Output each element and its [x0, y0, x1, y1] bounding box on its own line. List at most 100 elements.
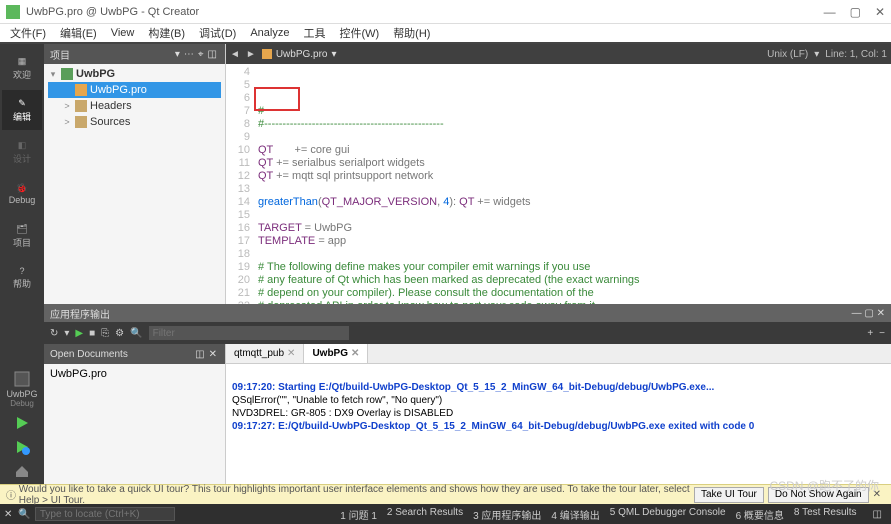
output-menu-icon[interactable]: — ▢ ✕ — [852, 308, 885, 319]
grid-icon: ▦ — [18, 56, 27, 67]
status-panel-item[interactable]: 3 应用程序输出 — [468, 507, 546, 522]
locator-icon: 🔍 — [18, 509, 30, 520]
pro-icon — [75, 84, 87, 96]
sync-icon[interactable]: ⌖ — [196, 49, 206, 60]
encoding-label[interactable]: Unix (LF) — [767, 49, 808, 60]
split-icon[interactable]: ◫ — [206, 49, 219, 60]
edit-icon: ✎ — [18, 98, 26, 109]
filter-input[interactable] — [149, 326, 349, 340]
status-bar: ✕ 🔍 1 问题 12 Search Results3 应用程序输出4 编译输出… — [0, 504, 891, 524]
menu-analyze[interactable]: Analyze — [244, 26, 295, 40]
titlebar: UwbPG.pro @ UwbPG - Qt Creator — ▢ ✕ — [0, 0, 891, 24]
status-panel-item[interactable]: 8 Test Results — [789, 507, 862, 522]
dismiss-tour-button[interactable]: Do Not Show Again — [768, 487, 869, 503]
locator-input[interactable] — [35, 507, 175, 521]
design-icon: ◧ — [18, 140, 27, 151]
line-gutter: 456789101112131415161718192021222324 — [226, 64, 254, 304]
debug-button[interactable] — [2, 435, 42, 459]
close-tab-icon[interactable]: ✕ — [351, 348, 359, 359]
zoom-out-icon[interactable]: − — [879, 328, 885, 339]
mode-设计[interactable]: ◧设计 — [2, 132, 42, 172]
menu-w[interactable]: 控件(W) — [333, 24, 385, 42]
kit-selector[interactable]: UwbPG Debug — [2, 366, 42, 411]
open-docs-list[interactable]: UwbPG.pro — [44, 364, 225, 384]
run-button[interactable] — [2, 411, 42, 435]
mode-编辑[interactable]: ✎编辑 — [2, 90, 42, 130]
code-editor[interactable]: 456789101112131415161718192021222324 ##-… — [226, 64, 891, 304]
close-button[interactable]: ✕ — [875, 5, 885, 19]
editor-toolbar: ◄ ► UwbPG.pro ▾ Unix (LF) ▾ Line: 1, Col… — [226, 44, 891, 64]
app-output-toolbar: ↻ ▾ ▶ ■ ⎘ ⚙ 🔍 + − — [44, 322, 891, 344]
bug-icon: 🐞 — [16, 183, 27, 194]
mode-帮助[interactable]: ?帮助 — [2, 258, 42, 298]
output-tabs: qtmqtt_pub ✕UwbPG ✕ — [226, 344, 891, 364]
tree-item[interactable]: UwbPG.pro — [48, 82, 221, 98]
menu-view[interactable]: View — [105, 26, 141, 40]
app-output-header: 应用程序输出 — ▢ ✕ — [44, 304, 891, 322]
info-icon: ⓘ — [6, 487, 19, 502]
output-pane: qtmqtt_pub ✕UwbPG ✕ 09:17:20: Starting E… — [226, 344, 891, 484]
status-panel-item[interactable]: 6 概要信息 — [731, 507, 789, 522]
mode-欢迎[interactable]: ▦欢迎 — [2, 48, 42, 88]
close-search-icon[interactable]: ✕ — [4, 509, 12, 520]
menu-h[interactable]: 帮助(H) — [387, 24, 436, 42]
progress-icon[interactable]: ◫ — [868, 509, 887, 520]
output-text[interactable]: 09:17:20: Starting E:/Qt/build-UwbPG-Des… — [226, 364, 891, 484]
take-tour-button[interactable]: Take UI Tour — [694, 487, 764, 503]
tree-settings-icon[interactable]: ⋯ — [182, 49, 196, 60]
editor-tab[interactable]: UwbPG.pro ▾ — [262, 49, 337, 60]
menu-b[interactable]: 构建(B) — [142, 24, 191, 42]
filter-tree-icon[interactable]: ▾ — [173, 49, 182, 60]
build-button[interactable] — [2, 459, 42, 483]
stop-all-icon[interactable]: ▾ — [64, 328, 69, 339]
project-icon — [61, 68, 73, 80]
run-icon[interactable]: ▶ — [75, 328, 83, 339]
encoding-dropdown-icon[interactable]: ▾ — [814, 49, 819, 60]
output-tab[interactable]: qtmqtt_pub ✕ — [226, 344, 304, 363]
maximize-button[interactable]: ▢ — [850, 5, 861, 19]
fld-icon — [75, 116, 87, 128]
menu-d[interactable]: 调试(D) — [193, 24, 242, 42]
projects-pane: 项目 ▾ ⋯ ⌖ ◫ ▾UwbPGUwbPG.pro>Headers>Sourc… — [44, 44, 226, 304]
tour-message: Would you like to take a quick UI tour? … — [19, 484, 690, 506]
nav-fwd-icon[interactable]: ► — [246, 49, 256, 60]
tree-item[interactable]: >Sources — [48, 114, 221, 130]
close-tab-icon[interactable]: ✕ — [287, 348, 295, 359]
open-docs-header: Open Documents ◫ ✕ — [44, 344, 225, 364]
mode-项目[interactable]: 🗂项目 — [2, 216, 42, 256]
cursor-position[interactable]: Line: 1, Col: 1 — [825, 49, 887, 60]
code-text[interactable]: ##--------------------------------------… — [254, 64, 891, 304]
search-icon: 🔍 — [130, 328, 142, 339]
dropdown-icon[interactable]: ▾ — [332, 49, 337, 60]
close-tour-icon[interactable]: ✕ — [869, 489, 885, 500]
zoom-in-icon[interactable]: + — [867, 328, 873, 339]
open-doc-item[interactable]: UwbPG.pro — [50, 366, 219, 382]
help-icon: ? — [19, 266, 24, 276]
tree-item[interactable]: >Headers — [48, 98, 221, 114]
stop-icon[interactable]: ■ — [89, 328, 95, 339]
minimize-button[interactable]: — — [824, 5, 836, 19]
output-tab[interactable]: UwbPG ✕ — [304, 344, 368, 363]
menu-[interactable]: 工具 — [297, 24, 331, 42]
status-panel-item[interactable]: 5 QML Debugger Console — [605, 507, 731, 522]
menu-e[interactable]: 编辑(E) — [54, 24, 103, 42]
run-config-bar: UwbPG Debug — [0, 364, 44, 464]
menu-f[interactable]: 文件(F) — [4, 24, 52, 42]
rerun-icon[interactable]: ↻ — [50, 328, 58, 339]
tree-root[interactable]: ▾UwbPG — [48, 66, 221, 82]
editor-pane: ◄ ► UwbPG.pro ▾ Unix (LF) ▾ Line: 1, Col… — [226, 44, 891, 304]
opendocs-close-icon[interactable]: ✕ — [207, 349, 219, 360]
pro-file-icon — [262, 49, 272, 59]
nav-back-icon[interactable]: ◄ — [230, 49, 240, 60]
menubar: 文件(F)编辑(E)View构建(B)调试(D)Analyze工具控件(W)帮助… — [0, 24, 891, 44]
status-panel-item[interactable]: 2 Search Results — [382, 507, 468, 522]
attach-icon[interactable]: ⎘ — [101, 328, 109, 339]
project-tree[interactable]: ▾UwbPGUwbPG.pro>Headers>Sources — [44, 64, 225, 304]
status-panel-item[interactable]: 4 编译输出 — [546, 507, 604, 522]
projects-header: 项目 ▾ ⋯ ⌖ ◫ — [44, 44, 225, 64]
settings-icon[interactable]: ⚙ — [115, 328, 124, 339]
opendocs-split-icon[interactable]: ◫ — [193, 349, 206, 360]
mode-debug[interactable]: 🐞Debug — [2, 174, 42, 214]
projects-icon: 🗂 — [16, 224, 27, 235]
status-panel-item[interactable]: 1 问题 1 — [335, 507, 382, 522]
